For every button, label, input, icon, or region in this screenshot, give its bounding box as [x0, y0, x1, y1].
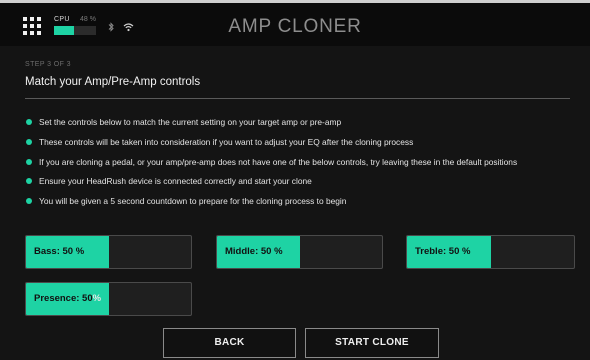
start-clone-button[interactable]: START CLONE — [305, 328, 439, 358]
bass-slider[interactable]: Bass: 50 % — [25, 235, 192, 269]
instruction-item: If you are cloning a pedal, or your amp/… — [25, 155, 573, 169]
presence-slider-label: Presence: 50% — [34, 293, 102, 304]
instruction-item: Set the controls below to match the curr… — [25, 115, 573, 129]
instruction-item: These controls will be taken into consid… — [25, 135, 573, 149]
instruction-item: You will be given a 5 second countdown t… — [25, 194, 573, 208]
page-title: Match your Amp/Pre-Amp controls — [25, 76, 201, 88]
back-button[interactable]: BACK — [163, 328, 296, 358]
title-divider — [25, 98, 570, 99]
treble-slider[interactable]: Treble: 50 % — [406, 235, 575, 269]
middle-slider[interactable]: Middle: 50 % — [216, 235, 383, 269]
bass-slider-label: Bass: 50 % — [34, 246, 85, 257]
bullet-dot-icon — [26, 138, 32, 145]
middle-slider-label: Middle: 50 % — [225, 246, 283, 257]
app-title: AMP CLONER — [228, 16, 362, 37]
step-indicator: STEP 3 OF 3 — [25, 61, 71, 68]
bullet-dot-icon — [26, 178, 32, 185]
bullet-dot-icon — [26, 158, 32, 165]
bullet-dot-icon — [26, 198, 32, 205]
top-status-bar: CPU 48 % AMP CLONER — [0, 0, 590, 46]
bullet-dot-icon — [26, 119, 32, 125]
instruction-list: Set the controls below to match the curr… — [25, 115, 573, 214]
presence-slider[interactable]: Presence: 50% — [25, 282, 192, 316]
treble-slider-label: Treble: 50 % — [415, 246, 471, 257]
instruction-item: Ensure your HeadRush device is connected… — [25, 174, 573, 188]
